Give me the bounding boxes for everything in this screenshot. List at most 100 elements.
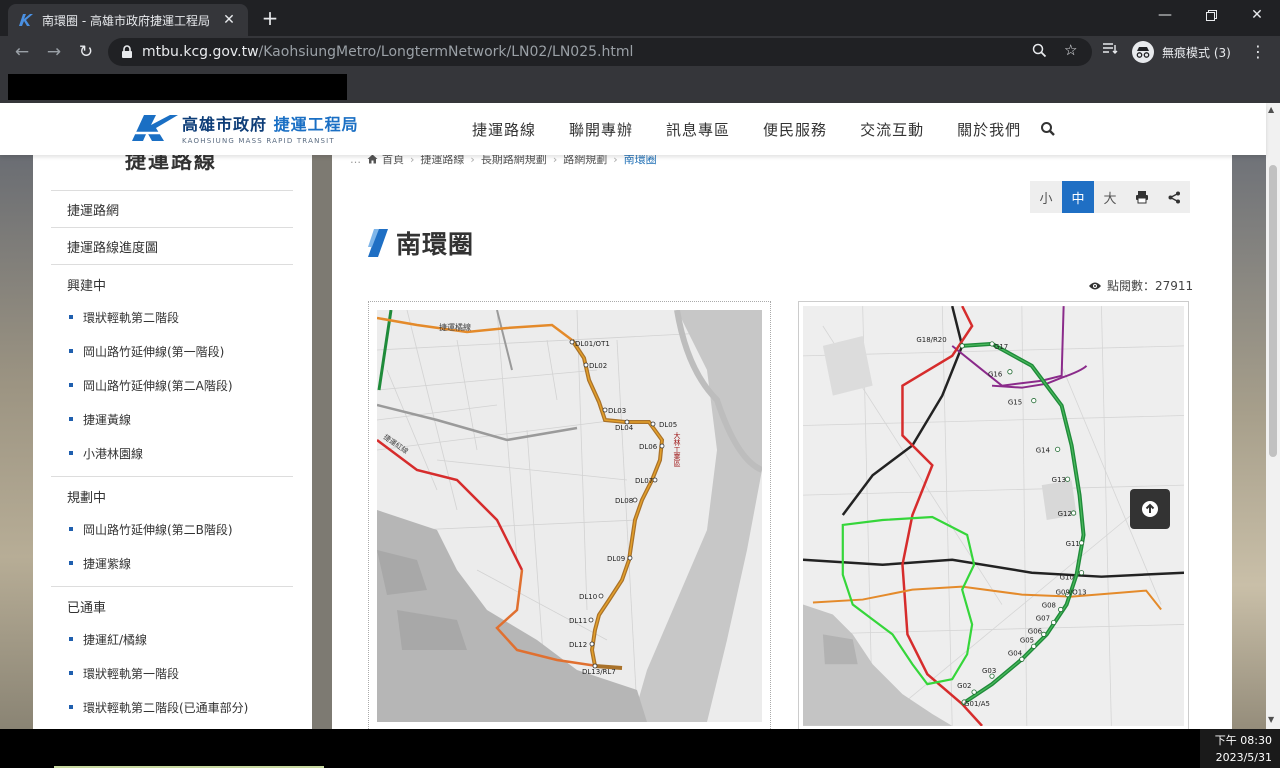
new-tab-icon[interactable]: + <box>258 6 282 30</box>
close-window-icon[interactable]: ✕ <box>1234 0 1280 30</box>
scroll-up-icon[interactable]: ▲ <box>1268 105 1274 114</box>
station-label: DL03 <box>608 407 626 415</box>
redacted-bookmarks <box>8 74 347 100</box>
page-viewport: 高雄市政府 捷運工程局 KAOHSIUNG MASS RAPID TRANSIT… <box>0 103 1280 729</box>
sidebar-item[interactable]: 小港林園線 <box>51 436 293 470</box>
restore-icon[interactable] <box>1188 0 1234 30</box>
font-large-button[interactable]: 大 <box>1094 181 1126 213</box>
bullet-icon <box>69 637 73 641</box>
share-button[interactable] <box>1158 181 1190 213</box>
sidebar-item-progress-map[interactable]: 捷運路線進度圖 <box>51 227 293 264</box>
station-label: G02 <box>957 682 971 690</box>
dl-line-map: 捷運橘線 捷運紅線 DL01/OT1 DL02 DL03 DL04 DL05 D… <box>377 310 762 722</box>
station-label: G05 <box>1020 636 1034 644</box>
sidebar-item[interactable]: 捷運紅/橘線 <box>51 622 293 656</box>
font-small-button[interactable]: 小 <box>1030 181 1062 213</box>
zoom-icon[interactable] <box>1032 43 1047 62</box>
nav-interaction[interactable]: 交流互動 <box>860 119 924 140</box>
page-title: 南環圈 <box>396 230 475 259</box>
station-label: DL10 <box>579 593 597 601</box>
sidebar-item[interactable]: 環狀輕軌第二階段(已通車部分) <box>51 690 293 724</box>
view-count-label: 點閱數：27911 <box>1107 279 1194 293</box>
sidebar-item[interactable]: 捷運紫線 <box>51 546 293 580</box>
incognito-icon <box>1132 41 1154 63</box>
bookmark-star-icon[interactable]: ☆ <box>1064 41 1077 59</box>
sidebar-item-label: 環狀輕軌第一階段 <box>83 666 180 681</box>
sidebar-item-label: 捷運紫線 <box>83 556 132 571</box>
site-logo[interactable]: 高雄市政府 捷運工程局 KAOHSIUNG MASS RAPID TRANSIT <box>130 111 359 145</box>
sidebar-item[interactable]: 岡山路竹延伸線(第二A階段) <box>51 368 293 402</box>
taskbar-clock[interactable]: 下午 08:30 2023/5/31 <box>1200 729 1280 768</box>
station-label: DL02 <box>589 362 607 370</box>
station-label: G07 <box>1036 614 1050 622</box>
logo-zh-part1: 高雄市政府 <box>182 115 268 134</box>
sidebar-item[interactable]: 環狀輕軌第二階段 <box>51 300 293 334</box>
lock-icon <box>122 45 132 58</box>
print-icon <box>1136 191 1148 204</box>
green-line-map: G18/R20 G17 G16 G15 G14 G13 G12 G11 G10 … <box>803 306 1184 726</box>
reload-icon[interactable]: ↻ <box>74 40 98 64</box>
back-to-top-button[interactable] <box>1130 489 1170 529</box>
forward-icon[interactable]: → <box>42 40 66 64</box>
sidebar-item[interactable]: 環狀輕軌第一階段 <box>51 656 293 690</box>
nav-about[interactable]: 關於我們 <box>957 119 1021 140</box>
logo-en: KAOHSIUNG MASS RAPID TRANSIT <box>182 137 335 145</box>
station-label: G16 <box>988 371 1002 379</box>
station-label: DL04 <box>615 424 634 432</box>
station-label: DL06 <box>639 443 658 451</box>
page-scrollbar[interactable]: ▲ ▼ <box>1266 103 1280 729</box>
bullet-icon <box>69 417 73 421</box>
os-taskbar: 下午 08:30 2023/5/31 <box>0 729 1280 768</box>
station-label: G10 <box>1060 574 1074 582</box>
station-label: G11 <box>1066 540 1080 548</box>
font-medium-button[interactable]: 中 <box>1062 181 1094 213</box>
search-icon[interactable] <box>1040 121 1056 137</box>
site-header: 高雄市政府 捷運工程局 KAOHSIUNG MASS RAPID TRANSIT… <box>0 103 1266 155</box>
scroll-down-icon[interactable]: ▼ <box>1268 715 1274 724</box>
sidebar-group-under-construction: 興建中 <box>51 264 293 300</box>
krtc-logo-icon <box>130 115 178 141</box>
map-image-dl-line[interactable]: 捷運橘線 捷運紅線 DL01/OT1 DL02 DL03 DL04 DL05 D… <box>368 301 771 729</box>
back-icon[interactable]: ← <box>10 40 34 64</box>
menu-kebab-icon[interactable]: ⋮ <box>1250 42 1266 61</box>
sidebar-item[interactable]: 岡山路竹延伸線(第一階段) <box>51 334 293 368</box>
station-label: G08 <box>1042 602 1056 610</box>
bullet-icon <box>69 527 73 531</box>
sidebar-group-planning: 規劃中 <box>51 476 293 512</box>
reading-list-icon[interactable] <box>1102 42 1118 60</box>
background-photo-right <box>1232 155 1266 729</box>
map-label-orange: 捷運橘線 <box>439 322 471 332</box>
print-button[interactable] <box>1126 181 1158 213</box>
sidebar-item-label: 環狀輕軌第二階段(已通車部分) <box>83 700 249 715</box>
sidebar-item-label: 岡山路竹延伸線(第二B階段) <box>83 522 233 537</box>
share-icon <box>1168 191 1180 203</box>
scroll-thumb[interactable] <box>1269 165 1277 457</box>
station-label: DL11 <box>569 617 587 625</box>
minimize-icon[interactable]: — <box>1142 0 1188 30</box>
sidebar-item-network[interactable]: 捷運路網 <box>51 190 293 227</box>
font-size-toolbar: 小 中 大 <box>1030 181 1190 213</box>
nav-joint-development[interactable]: 聯開專辦 <box>569 119 633 140</box>
main-content: … 首頁 › 捷運路線 › 長期路網規劃 › 路網規劃 › 南環圈 小 中 大 <box>332 139 1232 729</box>
nav-mrt-lines[interactable]: 捷運路線 <box>472 119 536 140</box>
bookmark-bar <box>0 68 1280 103</box>
sidebar-item[interactable]: 岡山路竹延伸線(第二B階段) <box>51 512 293 546</box>
station-label: G18/R20 <box>916 336 946 344</box>
sidebar-item[interactable]: 捷運黃線 <box>51 402 293 436</box>
bullet-icon <box>69 383 73 387</box>
browser-tabbar: 南環圈 - 高雄市政府捷運工程局 ✕ + — ✕ <box>0 0 1280 36</box>
nav-news[interactable]: 訊息專區 <box>666 119 730 140</box>
address-bar[interactable]: mtbu.kcg.gov.tw/KaohsiungMetro/LongtermN… <box>108 38 1092 66</box>
incognito-label: 無痕模式 (3) <box>1162 45 1231 60</box>
tab-close-icon[interactable]: ✕ <box>220 12 238 28</box>
sidebar-item-label: 環狀輕軌第二階段 <box>83 310 180 325</box>
bullet-icon <box>69 705 73 709</box>
station-label: DL09 <box>607 555 625 563</box>
bullet-icon <box>69 671 73 675</box>
browser-tab[interactable]: 南環圈 - 高雄市政府捷運工程局 ✕ <box>8 4 248 36</box>
view-count: 點閱數：27911 <box>1088 277 1193 294</box>
incognito-indicator[interactable]: 無痕模式 (3) <box>1132 40 1231 64</box>
nav-services[interactable]: 便民服務 <box>763 119 827 140</box>
station-label: G03 <box>982 667 996 675</box>
map-label-industrial: 大林工業區 <box>673 431 681 467</box>
